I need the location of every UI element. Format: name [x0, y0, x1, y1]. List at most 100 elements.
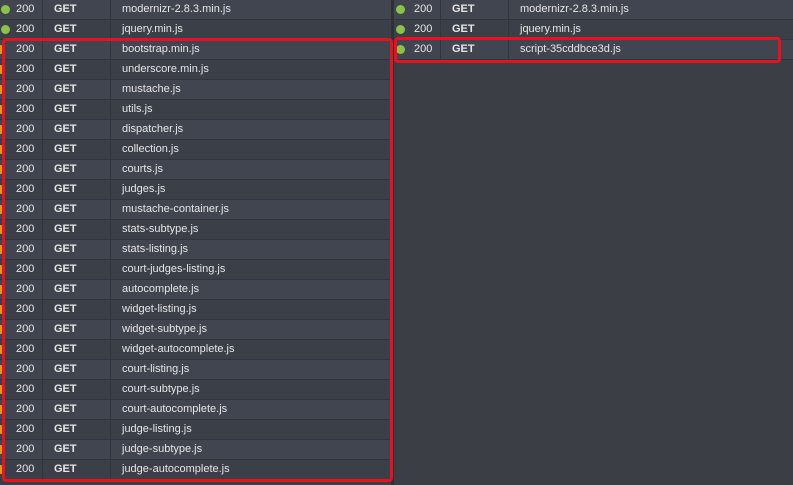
request-row[interactable]: 200 GET dispatcher.js — [0, 120, 391, 140]
request-row[interactable]: 200 GET court-autocomplete.js — [0, 400, 391, 420]
status-pending-dot-icon — [0, 145, 5, 154]
status-pending-dot-icon — [0, 345, 5, 354]
request-filename: stats-subtype.js — [122, 223, 199, 235]
request-row[interactable]: 200 GET court-subtype.js — [0, 380, 391, 400]
status-pending-dot-icon — [0, 285, 5, 294]
request-filename: modernizr-2.8.3.min.js — [122, 3, 231, 15]
column-separator — [110, 0, 111, 19]
request-row[interactable]: 200 GET courts.js — [0, 160, 391, 180]
request-status: 200 — [16, 163, 35, 175]
request-row[interactable]: 200 GET mustache.js — [0, 80, 391, 100]
request-status: 200 — [16, 303, 35, 315]
column-separator — [110, 360, 111, 379]
column-separator — [110, 260, 111, 279]
request-row[interactable]: 200 GET jquery.min.js — [394, 20, 793, 40]
request-method: GET — [54, 283, 77, 295]
request-filename: widget-listing.js — [122, 303, 197, 315]
request-row[interactable]: 200 GET stats-listing.js — [0, 240, 391, 260]
column-separator — [508, 20, 509, 39]
request-filename: judges.js — [122, 183, 166, 195]
request-status: 200 — [16, 143, 35, 155]
request-row[interactable]: 200 GET jquery.min.js — [0, 20, 391, 40]
request-row[interactable]: 200 GET judges.js — [0, 180, 391, 200]
request-row[interactable]: 200 GET bootstrap.min.js — [0, 40, 391, 60]
column-separator — [110, 100, 111, 119]
request-filename: collection.js — [122, 143, 179, 155]
request-row[interactable]: 200 GET court-judges-listing.js — [0, 260, 391, 280]
request-method: GET — [54, 83, 77, 95]
column-separator — [110, 120, 111, 139]
status-pending-dot-icon — [0, 225, 5, 234]
request-status: 200 — [16, 183, 35, 195]
request-method: GET — [54, 123, 77, 135]
column-separator — [508, 0, 509, 19]
column-separator — [42, 280, 43, 299]
request-status: 200 — [16, 343, 35, 355]
column-separator — [42, 220, 43, 239]
status-pending-dot-icon — [0, 165, 5, 174]
request-status: 200 — [16, 43, 35, 55]
request-status: 200 — [16, 223, 35, 235]
request-filename: courts.js — [122, 163, 163, 175]
request-method: GET — [54, 223, 77, 235]
request-row[interactable]: 200 GET stats-subtype.js — [0, 220, 391, 240]
request-row[interactable]: 200 GET judge-autocomplete.js — [0, 460, 391, 480]
request-method: GET — [54, 443, 77, 455]
request-method: GET — [54, 403, 77, 415]
request-status: 200 — [16, 323, 35, 335]
request-status: 200 — [16, 443, 35, 455]
request-row[interactable]: 200 GET autocomplete.js — [0, 280, 391, 300]
status-pending-dot-icon — [0, 325, 5, 334]
column-separator — [110, 40, 111, 59]
request-row[interactable]: 200 GET court-listing.js — [0, 360, 391, 380]
panel-divider[interactable] — [391, 0, 394, 485]
column-separator — [110, 160, 111, 179]
column-separator — [42, 340, 43, 359]
status-pending-dot-icon — [0, 65, 5, 74]
column-separator — [42, 240, 43, 259]
request-method: GET — [54, 423, 77, 435]
request-row[interactable]: 200 GET utils.js — [0, 100, 391, 120]
request-status: 200 — [414, 23, 433, 35]
request-row[interactable]: 200 GET judge-subtype.js — [0, 440, 391, 460]
request-status: 200 — [16, 63, 35, 75]
request-row[interactable]: 200 GET script-35cddbce3d.js — [394, 40, 793, 60]
request-status: 200 — [16, 203, 35, 215]
request-row[interactable]: 200 GET widget-subtype.js — [0, 320, 391, 340]
status-pending-dot-icon — [0, 425, 5, 434]
request-filename: widget-autocomplete.js — [122, 343, 235, 355]
column-separator — [42, 440, 43, 459]
request-row[interactable]: 200 GET mustache-container.js — [0, 200, 391, 220]
request-method: GET — [54, 43, 77, 55]
request-row[interactable]: 200 GET underscore.min.js — [0, 60, 391, 80]
request-status: 200 — [414, 43, 433, 55]
request-row[interactable]: 200 GET modernizr-2.8.3.min.js — [0, 0, 391, 20]
request-method: GET — [54, 463, 77, 475]
column-separator — [42, 180, 43, 199]
column-separator — [42, 100, 43, 119]
request-method: GET — [54, 323, 77, 335]
request-method: GET — [452, 43, 475, 55]
request-row[interactable]: 200 GET modernizr-2.8.3.min.js — [394, 0, 793, 20]
status-pending-dot-icon — [0, 305, 5, 314]
request-method: GET — [452, 23, 475, 35]
request-filename: modernizr-2.8.3.min.js — [520, 3, 629, 15]
request-status: 200 — [16, 103, 35, 115]
request-filename: stats-listing.js — [122, 243, 189, 255]
request-row[interactable]: 200 GET judge-listing.js — [0, 420, 391, 440]
status-pending-dot-icon — [0, 465, 5, 474]
request-row[interactable]: 200 GET widget-autocomplete.js — [0, 340, 391, 360]
request-row[interactable]: 200 GET collection.js — [0, 140, 391, 160]
request-filename: bootstrap.min.js — [122, 43, 200, 55]
column-separator — [110, 340, 111, 359]
request-row[interactable]: 200 GET widget-listing.js — [0, 300, 391, 320]
column-separator — [42, 300, 43, 319]
request-method: GET — [54, 163, 77, 175]
request-filename: judge-listing.js — [122, 423, 192, 435]
column-separator — [110, 220, 111, 239]
request-filename: judge-autocomplete.js — [122, 463, 230, 475]
column-separator — [110, 280, 111, 299]
column-separator — [110, 460, 111, 479]
request-status: 200 — [16, 363, 35, 375]
request-filename: mustache-container.js — [122, 203, 229, 215]
